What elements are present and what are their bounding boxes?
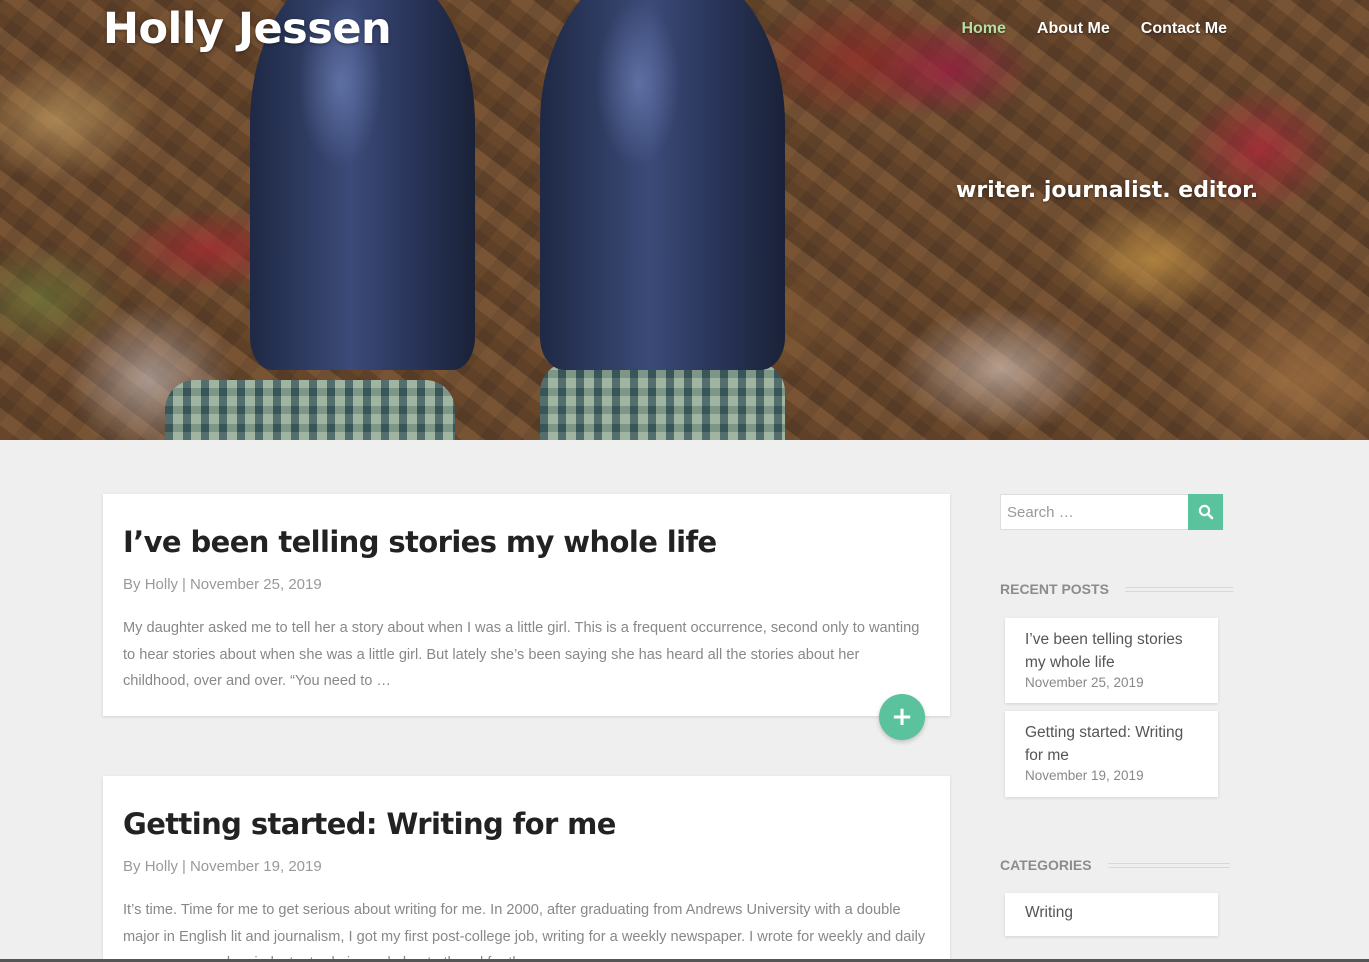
post-excerpt: It’s time. Time for me to get serious ab… [123,902,926,962]
site-title[interactable]: Holly Jessen [103,4,392,54]
post-title[interactable]: Getting started: Writing for me [123,804,930,844]
post-author-link[interactable]: Holly [145,576,178,593]
recent-post-date: November 19, 2019 [1025,768,1144,783]
post-author-prefix: By [123,858,141,875]
post-date-link[interactable]: November 25, 2019 [190,576,322,593]
header-hero: Holly Jessen Home About Me Contact Me wr… [0,0,1369,440]
search-input[interactable] [1000,494,1188,530]
recent-posts-heading-label: RECENT POSTS [1000,581,1109,597]
search-form [1000,494,1223,530]
categories-heading: CATEGORIES [1000,857,1230,873]
post-date-link[interactable]: November 19, 2019 [190,858,322,875]
search-icon [1198,504,1213,520]
post-meta-separator: | [182,576,186,593]
post-author-prefix: By [123,576,141,593]
post-meta: By Holly | November 25, 2019 [123,576,930,593]
category-label[interactable]: Writing [1025,904,1198,922]
recent-post-title[interactable]: Getting started: Writing for me [1025,722,1198,767]
recent-post-item[interactable]: Getting started: Writing for me November… [1005,711,1218,797]
post-title[interactable]: I’ve been telling stories my whole life [123,522,930,562]
search-button[interactable] [1188,494,1223,530]
nav-item-contact[interactable]: Contact Me [1141,20,1227,38]
post-meta-separator: | [182,858,186,875]
recent-posts-heading: RECENT POSTS [1000,581,1233,597]
recent-post-item[interactable]: I’ve been telling stories my whole life … [1005,618,1218,703]
heading-divider [1124,586,1233,592]
nav-item-about[interactable]: About Me [1037,20,1110,38]
post-meta: By Holly | November 19, 2019 [123,858,930,875]
post-excerpt: My daughter asked me to tell her a story… [123,620,920,689]
hero-image-sock-right [540,362,785,440]
recent-post-date: November 25, 2019 [1025,675,1144,690]
recent-post-title[interactable]: I’ve been telling stories my whole life [1025,629,1198,674]
nav-item-home[interactable]: Home [961,20,1005,38]
read-more-plus-button[interactable]: + [879,694,925,740]
hero-image-boot-left [250,0,475,370]
main-nav: Home About Me Contact Me [961,20,1227,38]
category-item[interactable]: Writing [1005,893,1218,936]
site-tagline: writer. journalist. editor. [956,178,1259,203]
hero-image-boot-right [540,0,785,370]
heading-divider [1107,862,1230,868]
post-card: Getting started: Writing for me By Holly… [103,776,950,962]
categories-heading-label: CATEGORIES [1000,857,1092,873]
post-author-link[interactable]: Holly [145,858,178,875]
hero-image-sock-left [165,380,455,440]
post-card: I’ve been telling stories my whole life … [103,494,950,716]
